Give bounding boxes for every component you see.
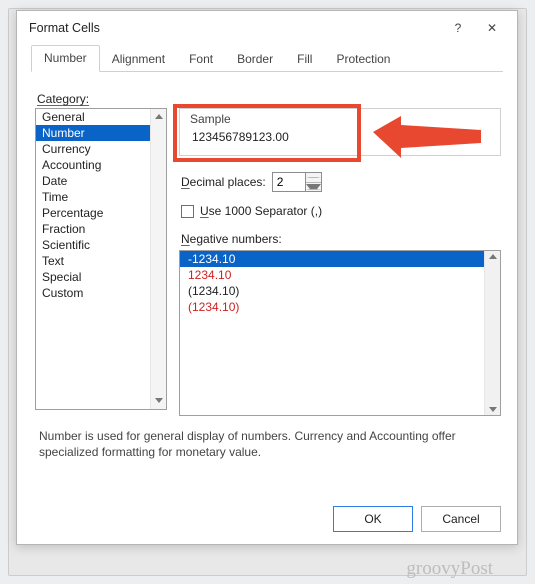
tab-font[interactable]: Font [177,47,225,72]
negative-numbers-listbox[interactable]: -1234.10 1234.10 (1234.10) (1234.10) [179,250,501,416]
category-item-currency[interactable]: Currency [36,141,166,157]
category-item-time[interactable]: Time [36,189,166,205]
negative-option-2[interactable]: 1234.10 [180,267,500,283]
category-item-accounting[interactable]: Accounting [36,157,166,173]
ok-button[interactable]: OK [333,506,413,532]
scroll-down-icon[interactable] [489,407,497,412]
decimal-places-input[interactable] [272,172,306,192]
category-item-text[interactable]: Text [36,253,166,269]
tab-protection[interactable]: Protection [324,47,402,72]
dialog-title: Format Cells [29,21,441,35]
category-item-custom[interactable]: Custom [36,285,166,301]
close-button[interactable]: ✕ [475,14,509,42]
decimal-places-field: Decimal places: [181,172,501,192]
tabstrip: Number Alignment Font Border Fill Protec… [17,45,517,72]
negative-numbers-label: Negative numbers: [181,232,501,246]
spin-up-icon[interactable] [306,173,321,183]
negative-option-1[interactable]: -1234.10 [180,251,500,267]
spin-down-icon[interactable] [306,183,321,192]
decimal-places-label: Decimal places: [181,175,266,189]
thousands-separator-label: Use 1000 Separator (,) [200,204,322,218]
category-item-percentage[interactable]: Percentage [36,205,166,221]
format-description: Number is used for general display of nu… [39,428,497,460]
tab-alignment[interactable]: Alignment [100,47,177,72]
thousands-separator-checkbox[interactable]: Use 1000 Separator (,) [181,204,501,218]
format-cells-dialog: Format Cells ? ✕ Number Alignment Font B… [16,10,518,545]
cancel-button[interactable]: Cancel [421,506,501,532]
category-item-number[interactable]: Number [36,125,166,141]
decimal-places-spinner[interactable] [306,172,322,192]
sample-group: Sample 123456789123.00 [179,108,501,156]
help-button[interactable]: ? [441,14,475,42]
checkbox-icon [181,205,194,218]
close-icon: ✕ [487,21,497,35]
dialog-footer: OK Cancel [333,506,501,532]
titlebar: Format Cells ? ✕ [17,11,517,45]
category-listbox[interactable]: General Number Currency Accounting Date … [35,108,167,410]
tab-number[interactable]: Number [31,45,100,72]
negative-option-4[interactable]: (1234.10) [180,299,500,315]
category-label: Category: [37,92,501,106]
category-item-scientific[interactable]: Scientific [36,237,166,253]
sample-value: 123456789123.00 [188,130,492,144]
category-item-date[interactable]: Date [36,173,166,189]
sample-label: Sample [188,112,492,126]
help-icon: ? [455,21,462,35]
category-item-special[interactable]: Special [36,269,166,285]
negative-option-3[interactable]: (1234.10) [180,283,500,299]
tab-content: Category: General Number Currency Accoun… [17,72,517,474]
negative-scrollbar[interactable] [484,251,500,415]
tab-border[interactable]: Border [225,47,285,72]
scroll-down-icon[interactable] [154,396,163,406]
category-item-fraction[interactable]: Fraction [36,221,166,237]
scroll-up-icon[interactable] [154,112,163,122]
scroll-up-icon[interactable] [489,254,497,259]
category-scrollbar[interactable] [150,109,166,409]
tab-fill[interactable]: Fill [285,47,324,72]
category-item-general[interactable]: General [36,109,166,125]
